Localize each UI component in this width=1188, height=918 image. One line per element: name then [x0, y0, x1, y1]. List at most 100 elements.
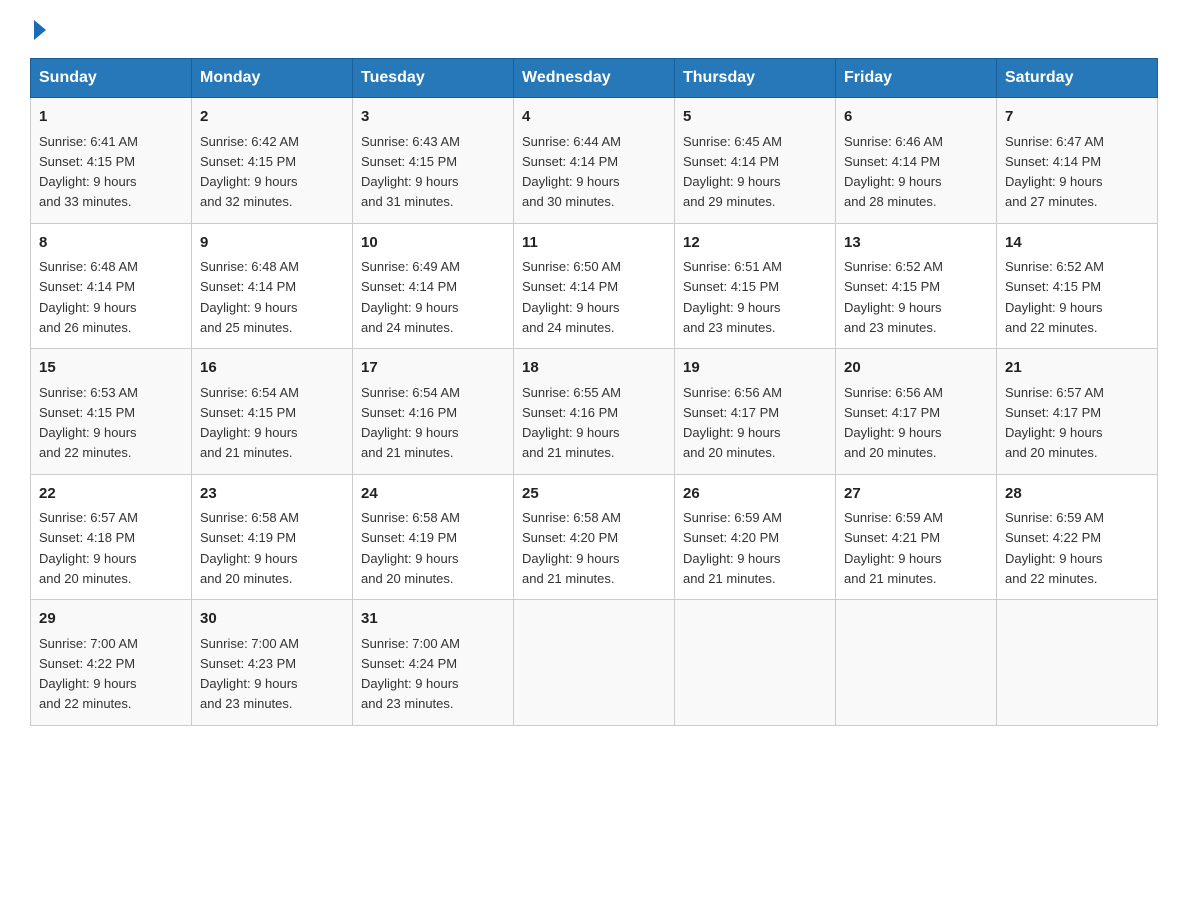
day-info: Sunrise: 7:00 AMSunset: 4:22 PMDaylight:…: [39, 636, 138, 712]
calendar-cell: 29 Sunrise: 7:00 AMSunset: 4:22 PMDayligh…: [31, 600, 192, 726]
day-info: Sunrise: 6:42 AMSunset: 4:15 PMDaylight:…: [200, 134, 299, 210]
calendar-cell: 15 Sunrise: 6:53 AMSunset: 4:15 PMDayligh…: [31, 349, 192, 475]
day-number: 3: [361, 106, 505, 129]
calendar-cell: 28 Sunrise: 6:59 AMSunset: 4:22 PMDayligh…: [997, 474, 1158, 600]
day-number: 26: [683, 483, 827, 506]
day-info: Sunrise: 6:55 AMSunset: 4:16 PMDaylight:…: [522, 385, 621, 461]
calendar-week-row: 15 Sunrise: 6:53 AMSunset: 4:15 PMDayligh…: [31, 349, 1158, 475]
logo-triangle-icon: [34, 20, 46, 40]
day-number: 24: [361, 483, 505, 506]
calendar-cell: 20Sunrise: 6:56 AMSunset: 4:17 PMDayligh…: [836, 349, 997, 475]
day-number: 21: [1005, 357, 1149, 380]
day-number: 12: [683, 232, 827, 255]
column-header-friday: Friday: [836, 59, 997, 98]
calendar-cell: 12 Sunrise: 6:51 AMSunset: 4:15 PMDayligh…: [675, 223, 836, 349]
calendar-cell: 22 Sunrise: 6:57 AMSunset: 4:18 PMDayligh…: [31, 474, 192, 600]
day-info: Sunrise: 6:49 AMSunset: 4:14 PMDaylight:…: [361, 259, 460, 335]
day-number: 29: [39, 608, 183, 631]
calendar-week-row: 29 Sunrise: 7:00 AMSunset: 4:22 PMDayligh…: [31, 600, 1158, 726]
day-info: Sunrise: 6:59 AMSunset: 4:22 PMDaylight:…: [1005, 510, 1104, 586]
day-info: Sunrise: 6:58 AMSunset: 4:19 PMDaylight:…: [361, 510, 460, 586]
column-header-saturday: Saturday: [997, 59, 1158, 98]
calendar-cell: [514, 600, 675, 726]
calendar-cell: 11 Sunrise: 6:50 AMSunset: 4:14 PMDayligh…: [514, 223, 675, 349]
day-number: 17: [361, 357, 505, 380]
day-number: 19: [683, 357, 827, 380]
column-header-tuesday: Tuesday: [353, 59, 514, 98]
day-info: Sunrise: 6:48 AMSunset: 4:14 PMDaylight:…: [200, 259, 299, 335]
day-number: 6: [844, 106, 988, 129]
calendar-cell: 13 Sunrise: 6:52 AMSunset: 4:15 PMDayligh…: [836, 223, 997, 349]
day-number: 23: [200, 483, 344, 506]
calendar-header-row: SundayMondayTuesdayWednesdayThursdayFrid…: [31, 59, 1158, 98]
day-number: 2: [200, 106, 344, 129]
calendar-cell: 23 Sunrise: 6:58 AMSunset: 4:19 PMDayligh…: [192, 474, 353, 600]
column-header-wednesday: Wednesday: [514, 59, 675, 98]
calendar-cell: 18 Sunrise: 6:55 AMSunset: 4:16 PMDayligh…: [514, 349, 675, 475]
calendar-cell: 10 Sunrise: 6:49 AMSunset: 4:14 PMDayligh…: [353, 223, 514, 349]
calendar-table: SundayMondayTuesdayWednesdayThursdayFrid…: [30, 58, 1158, 726]
day-number: 27: [844, 483, 988, 506]
day-info: Sunrise: 6:54 AMSunset: 4:16 PMDaylight:…: [361, 385, 460, 461]
logo-blue-text: [30, 20, 46, 40]
calendar-cell: 1 Sunrise: 6:41 AMSunset: 4:15 PMDaylight…: [31, 98, 192, 224]
day-info: Sunrise: 6:44 AMSunset: 4:14 PMDaylight:…: [522, 134, 621, 210]
day-info: Sunrise: 6:57 AMSunset: 4:18 PMDaylight:…: [39, 510, 138, 586]
day-info: Sunrise: 6:48 AMSunset: 4:14 PMDaylight:…: [39, 259, 138, 335]
day-info: Sunrise: 6:45 AMSunset: 4:14 PMDaylight:…: [683, 134, 782, 210]
calendar-cell: 6 Sunrise: 6:46 AMSunset: 4:14 PMDaylight…: [836, 98, 997, 224]
day-number: 14: [1005, 232, 1149, 255]
day-info: Sunrise: 6:46 AMSunset: 4:14 PMDaylight:…: [844, 134, 943, 210]
day-number: 20: [844, 357, 988, 380]
calendar-cell: 19 Sunrise: 6:56 AMSunset: 4:17 PMDayligh…: [675, 349, 836, 475]
day-number: 11: [522, 232, 666, 255]
day-number: 10: [361, 232, 505, 255]
day-number: 7: [1005, 106, 1149, 129]
column-header-thursday: Thursday: [675, 59, 836, 98]
day-number: 22: [39, 483, 183, 506]
day-number: 1: [39, 106, 183, 129]
calendar-cell: [675, 600, 836, 726]
calendar-cell: 9 Sunrise: 6:48 AMSunset: 4:14 PMDaylight…: [192, 223, 353, 349]
calendar-cell: 30Sunrise: 7:00 AMSunset: 4:23 PMDayligh…: [192, 600, 353, 726]
day-number: 16: [200, 357, 344, 380]
calendar-cell: 25 Sunrise: 6:58 AMSunset: 4:20 PMDayligh…: [514, 474, 675, 600]
day-number: 13: [844, 232, 988, 255]
day-number: 4: [522, 106, 666, 129]
calendar-week-row: 8Sunrise: 6:48 AMSunset: 4:14 PMDaylight…: [31, 223, 1158, 349]
day-info: Sunrise: 6:59 AMSunset: 4:21 PMDaylight:…: [844, 510, 943, 586]
calendar-cell: [997, 600, 1158, 726]
day-info: Sunrise: 6:56 AMSunset: 4:17 PMDaylight:…: [683, 385, 782, 461]
calendar-cell: 3 Sunrise: 6:43 AMSunset: 4:15 PMDaylight…: [353, 98, 514, 224]
calendar-cell: 24 Sunrise: 6:58 AMSunset: 4:19 PMDayligh…: [353, 474, 514, 600]
calendar-cell: [836, 600, 997, 726]
day-info: Sunrise: 6:54 AMSunset: 4:15 PMDaylight:…: [200, 385, 299, 461]
calendar-cell: 5 Sunrise: 6:45 AMSunset: 4:14 PMDaylight…: [675, 98, 836, 224]
calendar-cell: 2 Sunrise: 6:42 AMSunset: 4:15 PMDaylight…: [192, 98, 353, 224]
day-info: Sunrise: 6:47 AMSunset: 4:14 PMDaylight:…: [1005, 134, 1104, 210]
calendar-cell: 26 Sunrise: 6:59 AMSunset: 4:20 PMDayligh…: [675, 474, 836, 600]
day-number: 28: [1005, 483, 1149, 506]
calendar-cell: 8Sunrise: 6:48 AMSunset: 4:14 PMDaylight…: [31, 223, 192, 349]
day-number: 5: [683, 106, 827, 129]
day-info: Sunrise: 6:50 AMSunset: 4:14 PMDaylight:…: [522, 259, 621, 335]
day-number: 18: [522, 357, 666, 380]
day-number: 25: [522, 483, 666, 506]
day-info: Sunrise: 6:58 AMSunset: 4:20 PMDaylight:…: [522, 510, 621, 586]
day-info: Sunrise: 6:43 AMSunset: 4:15 PMDaylight:…: [361, 134, 460, 210]
day-info: Sunrise: 6:52 AMSunset: 4:15 PMDaylight:…: [844, 259, 943, 335]
page-header: [30, 20, 1158, 40]
day-info: Sunrise: 6:52 AMSunset: 4:15 PMDaylight:…: [1005, 259, 1104, 335]
day-number: 31: [361, 608, 505, 631]
day-info: Sunrise: 6:51 AMSunset: 4:15 PMDaylight:…: [683, 259, 782, 335]
calendar-cell: 21 Sunrise: 6:57 AMSunset: 4:17 PMDayligh…: [997, 349, 1158, 475]
calendar-cell: 16 Sunrise: 6:54 AMSunset: 4:15 PMDayligh…: [192, 349, 353, 475]
day-info: Sunrise: 6:53 AMSunset: 4:15 PMDaylight:…: [39, 385, 138, 461]
day-info: Sunrise: 6:58 AMSunset: 4:19 PMDaylight:…: [200, 510, 299, 586]
column-header-sunday: Sunday: [31, 59, 192, 98]
day-number: 9: [200, 232, 344, 255]
day-info: Sunrise: 6:59 AMSunset: 4:20 PMDaylight:…: [683, 510, 782, 586]
day-info: Sunrise: 6:57 AMSunset: 4:17 PMDaylight:…: [1005, 385, 1104, 461]
day-info: Sunrise: 6:41 AMSunset: 4:15 PMDaylight:…: [39, 134, 138, 210]
day-number: 15: [39, 357, 183, 380]
